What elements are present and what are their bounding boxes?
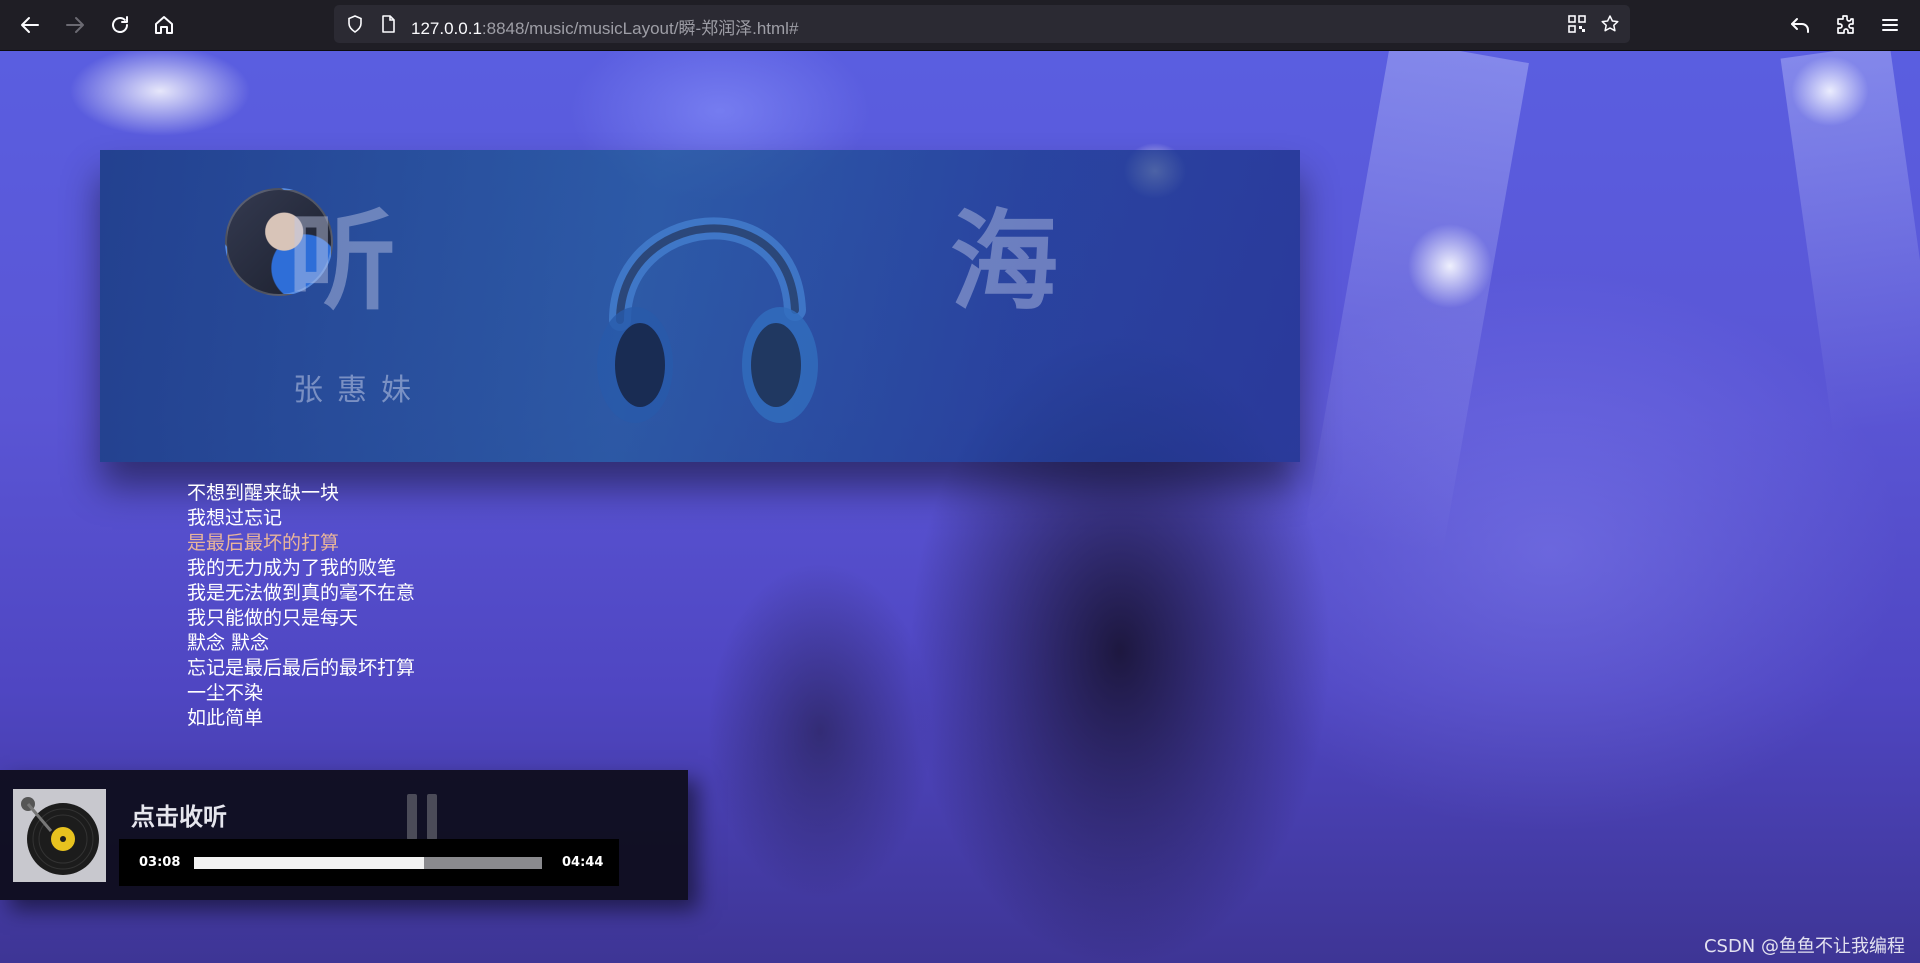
song-title[interactable]: 点击收听 xyxy=(131,797,227,832)
progress-panel: 03:08 04:44 xyxy=(119,839,619,886)
banner-char-left: 听 xyxy=(288,199,397,325)
address-bar[interactable]: 127.0.0.1:8848/music/musicLayout/瞬-郑润泽.h… xyxy=(334,5,1630,43)
url-host: 127.0.0.1 xyxy=(411,19,482,38)
forward-arrow-icon[interactable] xyxy=(63,13,87,37)
progress-fill xyxy=(194,857,424,869)
pause-bar-left xyxy=(407,794,417,840)
url-path: :8848/music/musicLayout/瞬-郑润泽.html# xyxy=(481,19,799,38)
menu-hamburger-icon[interactable] xyxy=(1878,13,1902,37)
lyric-line: 是最后最坏的打算 xyxy=(187,532,340,554)
shield-icon[interactable] xyxy=(345,14,365,34)
music-player: 点击收听 03:08 04:44 xyxy=(0,770,688,900)
pause-bar-right xyxy=(427,794,437,840)
stage-light-beam xyxy=(1780,51,1920,435)
lyric-line: 我是无法做到真的毫不在意 xyxy=(187,582,416,604)
back-arrow-icon[interactable] xyxy=(18,13,42,37)
lyric-line: 如此简单 xyxy=(187,707,264,729)
lyric-line: 我只能做的只是每天 xyxy=(187,607,359,629)
artist-name: 张惠妹 xyxy=(293,373,425,408)
lyric-line: 不想到醒来缺一块 xyxy=(187,482,340,504)
lyric-line: 我的无力成为了我的败笔 xyxy=(187,557,397,579)
lyric-line: 我想过忘记 xyxy=(187,507,283,529)
undo-arrow-icon[interactable] xyxy=(1788,13,1812,37)
headphones-icon xyxy=(597,217,818,423)
current-time: 03:08 xyxy=(139,855,181,870)
lyrics-panel: 不想到醒来缺一块 我想过忘记 是最后最坏的打算 我的无力成为了我的败笔 我是无法… xyxy=(187,481,415,731)
lyric-line: 默念 默念 xyxy=(187,632,270,654)
url-text: 127.0.0.1:8848/music/musicLayout/瞬-郑润泽.h… xyxy=(411,14,798,39)
banner-char-right: 海 xyxy=(950,199,1059,325)
bookmark-star-icon[interactable] xyxy=(1600,14,1620,34)
album-cover[interactable] xyxy=(13,789,106,882)
progress-bar[interactable] xyxy=(194,857,542,869)
pause-button[interactable] xyxy=(407,794,437,840)
vinyl-record-icon xyxy=(13,789,106,882)
reload-icon[interactable] xyxy=(108,13,132,37)
music-page: 听 张惠妹 海 不想到醒来缺一块 我想过忘记 是最后最坏的打算 我的无力成为了我… xyxy=(0,51,1920,963)
lyric-line: 忘记是最后最后的最坏打算 xyxy=(187,657,416,679)
lyric-line: 一尘不染 xyxy=(187,682,264,704)
total-time: 04:44 xyxy=(562,855,604,870)
page-icon[interactable] xyxy=(378,14,398,34)
qr-code-icon[interactable] xyxy=(1567,14,1587,34)
watermark: CSDN @鱼鱼不让我编程 xyxy=(1703,936,1905,957)
extensions-icon[interactable] xyxy=(1833,13,1857,37)
header-banner: 听 张惠妹 海 xyxy=(100,150,1300,462)
stage-light-beam xyxy=(1304,51,1529,556)
home-icon[interactable] xyxy=(152,13,176,37)
browser-toolbar: 127.0.0.1:8848/music/musicLayout/瞬-郑润泽.h… xyxy=(0,0,1920,51)
